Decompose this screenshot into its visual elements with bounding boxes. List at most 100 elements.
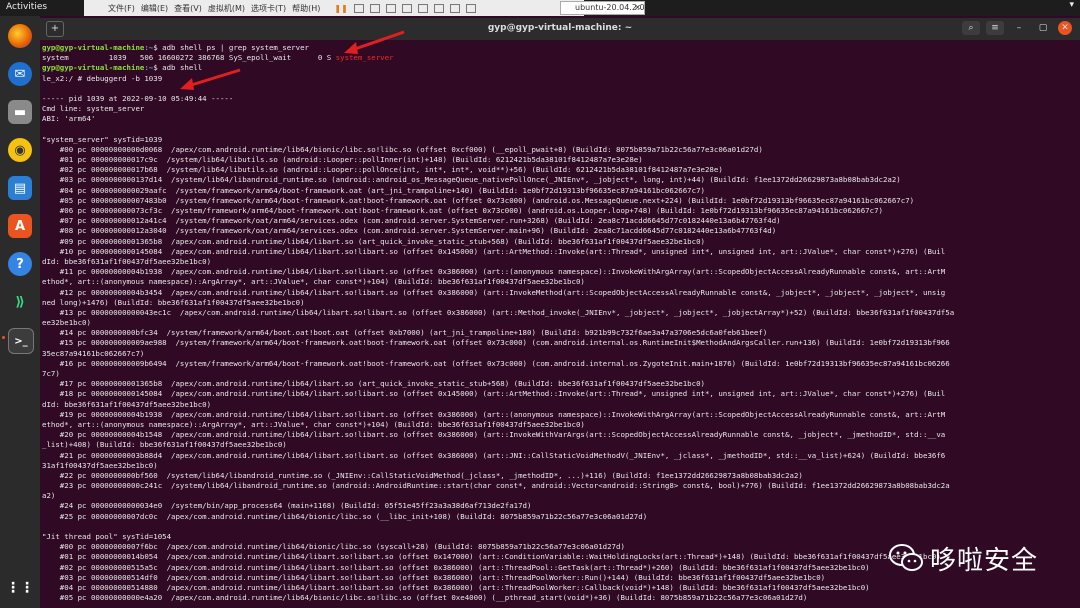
terminal-line: #15 pc 000000000009ae988 /system/framewo…: [42, 338, 954, 348]
terminal-line: Cmd line: system_server: [42, 104, 954, 114]
menu-tabs[interactable]: 选项卡(T): [251, 3, 286, 14]
activities-button[interactable]: Activities: [6, 2, 47, 12]
line-text: $ adb shell ps | grep system_server: [153, 43, 309, 52]
terminal-line: 7c7): [42, 369, 954, 379]
terminal-line: dId: bbe36f631af1f00437df5aee32be1bc0): [42, 400, 954, 410]
line-text: #02 pc 000000000515a5c /apex/com.android…: [42, 562, 870, 572]
watermark-text: 哆啦安全: [930, 545, 1039, 576]
writer-icon[interactable]: ▤: [8, 176, 32, 200]
snapshot-icon[interactable]: [369, 3, 380, 13]
console-view-icon[interactable]: [449, 3, 460, 13]
terminal-line: gyp@gyp-virtual-machine:~$ adb shell ps …: [42, 43, 954, 53]
rhythmbox-icon[interactable]: ◉: [8, 138, 32, 162]
line-text: #14 pc 0000000000bfc34 /system/framework…: [42, 328, 768, 338]
window-title: gyp@gyp-virtual-machine: ~: [487, 23, 633, 33]
software-icon[interactable]: A: [8, 214, 32, 238]
menu-edit[interactable]: 编辑(E): [141, 3, 168, 14]
terminal-line: #14 pc 0000000000bfc34 /system/framework…: [42, 328, 954, 338]
hamburger-menu-icon[interactable]: ≡: [986, 21, 1004, 35]
close-tab-icon[interactable]: ✕: [634, 2, 641, 14]
terminal-line: #23 pc 00000000000c241c /system/lib64/li…: [42, 481, 954, 491]
maximize-button[interactable]: ▢: [1034, 21, 1052, 35]
vm-tab[interactable]: ubuntu-20.04.2.0 ✕: [560, 1, 645, 15]
terminal-line: #05 pc 000000000007483b0 /system/framewo…: [42, 196, 954, 206]
menu-help[interactable]: 帮助(H): [292, 3, 320, 14]
terminal-line: #04 pc 000000000514880 /apex/com.android…: [42, 583, 954, 593]
terminal-line: "system_server" sysTid=1039: [42, 135, 954, 145]
terminal-line: #07 pc 000000000012a41c4 /system/framewo…: [42, 216, 954, 226]
line-text: #25 pc 00000000007dc0c /apex/com.android…: [42, 511, 648, 521]
stretch-icon[interactable]: [465, 3, 476, 13]
menu-file[interactable]: 文件(F): [108, 3, 135, 14]
prompt-path: :~: [144, 43, 154, 52]
line-text: #15 pc 000000000009ae988 /system/framewo…: [42, 338, 950, 348]
terminal-line: #18 pc 0000000000145084 /apex/com.androi…: [42, 389, 954, 399]
firefox-icon[interactable]: [8, 24, 32, 48]
terminal-line: #03 pc 000000000514df0 /apex/com.android…: [42, 573, 954, 583]
terminal-line: #11 pc 00000000004b1938 /apex/com.androi…: [42, 267, 954, 277]
terminal-line: #00 pc 00000000007f6bc /apex/com.android…: [42, 542, 954, 552]
line-text: ethod*, art::(anonymous namespace)::ArgA…: [42, 277, 585, 287]
files-icon[interactable]: ▬: [8, 100, 32, 124]
thunderbird-icon[interactable]: ✉: [8, 62, 32, 86]
line-text: #00 pc 00000000007f6bc /apex/com.android…: [42, 542, 625, 552]
unity-icon[interactable]: [433, 3, 444, 13]
minimize-button[interactable]: –: [1010, 21, 1028, 35]
terminal-line: #21 pc 00000000003b88d4 /apex/com.androi…: [42, 451, 954, 461]
terminal-line: dId: bbe36f631af1f00437df5aee32be1bc0): [42, 257, 954, 267]
prompt-user: gyp@gyp-virtual-machine: [42, 43, 145, 52]
terminal-line: #19 pc 00000000004b1938 /apex/com.androi…: [42, 410, 954, 420]
line-text: #03 pc 0000000000137d14 /system/lib64/li…: [42, 175, 901, 185]
terminal-icon[interactable]: >_: [8, 328, 34, 354]
line-text: #13 pc 00000000000043ec1c /apex/com.andr…: [42, 307, 955, 317]
terminal-line: #16 pc 000000000009b6494 /system/framewo…: [42, 359, 954, 369]
terminal-line: ee32be1bc0): [42, 318, 954, 328]
terminal-line: #25 pc 00000000007dc0c /apex/com.android…: [42, 512, 954, 522]
send-keys-icon[interactable]: [353, 3, 364, 13]
line-text: #07 pc 000000000012a41c4 /system/framewo…: [42, 216, 781, 226]
line-text: #04 pc 0000000000029aafc /system/framewo…: [42, 185, 705, 195]
terminal-line: #01 pc 00000000014b054 /apex/com.android…: [42, 552, 954, 562]
line-text: dId: bbe36f631af1f00437df5aee32be1bc0): [42, 256, 212, 266]
prompt-path: :~: [144, 63, 154, 73]
terminal-line: #03 pc 0000000000137d14 /system/lib64/li…: [42, 175, 954, 185]
terminal-line: #06 pc 000000000073cf3c /system/framewor…: [42, 206, 954, 216]
apps-grid-icon[interactable]: ⋮⋮: [6, 576, 34, 600]
terminal-line: #12 pc 00000000004b3454 /apex/com.androi…: [42, 288, 954, 298]
menu-view[interactable]: 查看(V): [174, 3, 202, 14]
fullscreen-icon[interactable]: [417, 3, 428, 13]
search-icon[interactable]: ⌕: [962, 21, 980, 35]
terminal-line: "Jit thread pool" sysTid=1054: [42, 532, 954, 542]
annotation-arrow-2: [180, 68, 241, 90]
pause-icon[interactable]: ❚❚: [334, 4, 347, 13]
manage-snapshots-icon[interactable]: [401, 3, 412, 13]
terminal-line: #09 pc 00000000001365b8 /apex/com.androi…: [42, 237, 954, 247]
line-text: Cmd line: system_server: [42, 104, 145, 114]
line-text: dId: bbe36f631af1f00437df5aee32be1bc0): [42, 399, 212, 409]
terminal-line: #22 pc 0000000000bf560 /system/lib64/lib…: [42, 471, 954, 481]
terminal-line: _list)+408) (BuildId: bbe36f631af1f00437…: [42, 440, 954, 450]
line-text: _list)+408) (BuildId: bbe36f631af1f00437…: [42, 440, 287, 450]
line-text: #02 pc 000000000017b68 /system/lib64/lib…: [42, 165, 723, 175]
line-text: system 1039 506 16600272 386768 SyS_epol…: [42, 53, 336, 63]
help-icon[interactable]: ?: [8, 252, 32, 276]
line-text: #22 pc 0000000000bf560 /system/lib64/lib…: [42, 470, 803, 480]
line-text: #05 pc 00000000000e4a20 /apex/com.androi…: [42, 593, 808, 603]
system-menu-icon[interactable]: ▾: [1069, 0, 1074, 10]
line-text: "Jit thread pool" sysTid=1054: [42, 532, 172, 541]
wechat-icon: [889, 544, 923, 571]
line-text: #17 pc 00000000001365b8 /apex/com.androi…: [42, 379, 705, 389]
terminal-line: #00 pc 00000000000d0068 /apex/com.androi…: [42, 145, 954, 155]
line-text: #20 pc 00000000004b1548 /apex/com.androi…: [42, 430, 946, 440]
close-button[interactable]: ✕: [1058, 21, 1072, 35]
revert-icon[interactable]: [385, 3, 396, 13]
terminal-output[interactable]: gyp@gyp-virtual-machine:~$ adb shell ps …: [40, 40, 1080, 608]
line-text: #16 pc 000000000009b6494 /system/framewo…: [42, 358, 950, 368]
line-text: 7c7): [42, 369, 60, 378]
line-text: #09 pc 00000000001365b8 /apex/com.androi…: [42, 236, 705, 246]
line-text: #10 pc 0000000000145084 /apex/com.androi…: [42, 246, 946, 256]
terminal-line: #05 pc 00000000000e4a20 /apex/com.androi…: [42, 593, 954, 603]
line-text: #24 pc 00000000000034e0 /system/bin/app_…: [42, 501, 532, 511]
menu-vm[interactable]: 虚拟机(M): [208, 3, 245, 14]
android-studio-icon[interactable]: ⟫: [8, 290, 32, 314]
